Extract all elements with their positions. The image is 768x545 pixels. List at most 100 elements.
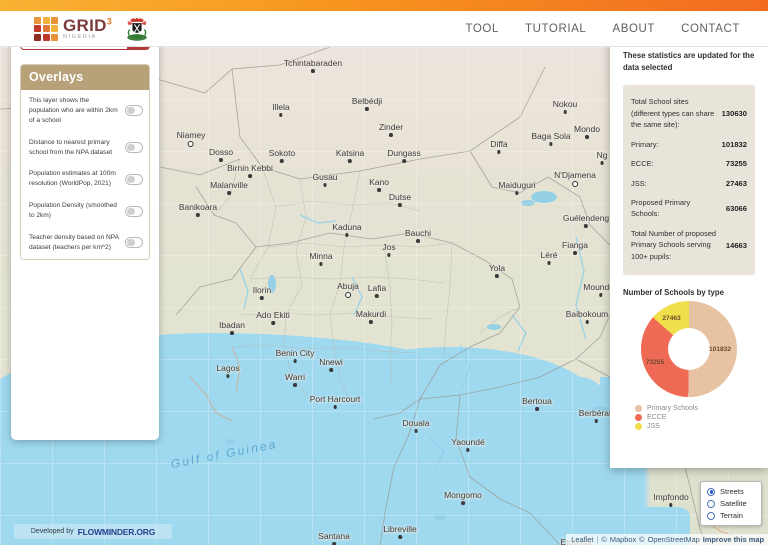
map-city-marker-icon (293, 383, 297, 387)
map-city-marker-icon (466, 448, 470, 452)
legend-item[interactable]: JSS (635, 423, 755, 430)
map-city-label: Maiduguri (498, 180, 535, 195)
map-city-label: Jos (382, 242, 395, 257)
basemap-option-label: Satellite (720, 499, 747, 508)
map-city-label: Makurdi (356, 309, 386, 324)
map-city-label: Tchintabaraden (284, 58, 342, 73)
statistic-row: Primary:101832 (631, 135, 747, 154)
map-city-name: Dutse (389, 192, 411, 202)
map-city-name: Belbédji (352, 96, 382, 106)
overlay-toggle[interactable] (125, 142, 143, 153)
nav-item-about[interactable]: ABOUT (612, 23, 655, 35)
map-city-marker-icon (669, 503, 673, 507)
statistic-value: 27463 (726, 179, 747, 188)
attribution-mapbox[interactable]: Mapbox (610, 535, 636, 544)
map-city-marker-icon (348, 159, 352, 163)
nav-item-contact[interactable]: CONTACT (681, 23, 740, 35)
map-city-label: Douala (403, 418, 430, 433)
attribution-improve-map[interactable]: Improve this map (703, 535, 764, 544)
overlay-row[interactable]: Population estimates at 100m resolution … (21, 163, 149, 195)
map-city-name: Tchintabaraden (284, 58, 342, 68)
map-city-label: Baga Sola (531, 131, 570, 146)
overlay-row[interactable]: This layer shows the population who are … (21, 90, 149, 132)
overlay-toggle[interactable] (125, 174, 143, 185)
map-city-name: Niamey (177, 130, 206, 140)
statistic-label: Total School sites (different types can … (631, 96, 716, 130)
map-city-marker-icon (329, 368, 333, 372)
donut-slice-label: 101832 (709, 346, 731, 353)
grid3-logo-tiles-icon (34, 17, 58, 41)
overlay-label: Distance to nearest primary school from … (29, 138, 120, 158)
legend-swatch-icon (635, 414, 642, 421)
statistic-label: JSS: (631, 178, 720, 189)
legend-label: Primary Schools (647, 405, 698, 412)
map-city-label: Kaduna (332, 222, 361, 237)
map-city-marker-icon (414, 429, 418, 433)
app-root: GRID3 NIGERIA TOOL TUTORIAL ABOUT (0, 0, 768, 545)
map-city-label: Berbérati (579, 408, 614, 423)
map-city-label: Nnewi (319, 357, 343, 372)
map-city-label: Minna (309, 251, 332, 266)
map-city-marker-icon (535, 407, 539, 411)
left-controls-panel: National Overlays This layer shows the p… (11, 18, 159, 440)
statistics-subtitle: These statistics are updated for the dat… (623, 50, 755, 74)
statistic-value: 14663 (726, 241, 747, 250)
map-city-marker-icon (495, 274, 499, 278)
chart-title: Number of Schools by type (623, 288, 755, 297)
map-city-marker-icon (248, 174, 252, 178)
developer-name[interactable]: FLOWMINDER.ORG (78, 527, 155, 537)
map-city-name: Benin City (276, 348, 315, 358)
brand[interactable]: GRID3 NIGERIA (34, 16, 150, 42)
map-city-marker-icon (549, 142, 553, 146)
map-city-name: Mondo (574, 124, 600, 134)
map-city-label: Yaoundé (451, 437, 484, 452)
overlay-row[interactable]: Distance to nearest primary school from … (21, 132, 149, 164)
attribution-leaflet[interactable]: Leaflet (571, 535, 593, 544)
map-city-marker-icon (279, 113, 283, 117)
overlay-toggle[interactable] (125, 206, 143, 217)
map-city-label: Warri (285, 372, 305, 387)
map-city-label: Lafia (368, 283, 386, 298)
chart-legend: Primary Schools ECCE JSS (635, 405, 755, 430)
radio-button[interactable] (707, 512, 715, 520)
attribution-separator: | (596, 535, 598, 544)
basemap-option[interactable]: Terrain (707, 511, 755, 520)
overlay-toggle[interactable] (125, 105, 143, 116)
map-city-label: Lagos (216, 363, 239, 378)
legend-item[interactable]: Primary Schools (635, 405, 755, 412)
developer-footer[interactable]: Developed by FLOWMINDER.ORG (14, 524, 172, 539)
map-city-label: Impfondo (653, 492, 688, 507)
overlay-toggle[interactable] (125, 237, 143, 248)
nav-item-tool[interactable]: TOOL (465, 23, 499, 35)
basemap-option[interactable]: Streets (707, 487, 755, 496)
map-city-marker-icon (416, 239, 420, 243)
radio-button[interactable] (707, 500, 715, 508)
map-city-label: Bauchi (405, 228, 431, 243)
map-city-marker-icon (345, 233, 349, 237)
map-city-marker-icon (497, 150, 501, 154)
grid3-logo: GRID3 NIGERIA (34, 17, 112, 41)
statistic-row: Total School sites (different types can … (631, 92, 747, 134)
overlays-title: Overlays (21, 65, 149, 90)
overlay-row[interactable]: Teacher density based on NPA dataset (te… (21, 227, 149, 259)
nav-item-tutorial[interactable]: TUTORIAL (525, 23, 586, 35)
legend-swatch-icon (635, 423, 642, 430)
map-city-name: Makurdi (356, 309, 386, 319)
map-city-name: Minna (309, 251, 332, 261)
basemap-switcher[interactable]: Streets Satellite Terrain (700, 481, 762, 526)
attribution-openstreetmap[interactable]: OpenStreetMap (648, 535, 700, 544)
map-city-name: Yaoundé (451, 437, 484, 447)
statistic-value: 73255 (726, 159, 747, 168)
map-city-label: Birnin Kebbi (227, 163, 273, 178)
overlay-row[interactable]: Population Density (smoothed to 2km) (21, 195, 149, 227)
map-city-label: Mongomo (444, 490, 482, 505)
basemap-option[interactable]: Satellite (707, 499, 755, 508)
legend-item[interactable]: ECCE (635, 414, 755, 421)
map-city-marker-icon (461, 501, 465, 505)
statistic-row: ECCE:73255 (631, 154, 747, 173)
map-city-name: Bauchi (405, 228, 431, 238)
map-city-name: Baibokoum (566, 309, 609, 319)
radio-button[interactable] (707, 488, 715, 496)
map-city-name: Fianga (562, 240, 588, 250)
statistic-value: 63066 (726, 204, 747, 213)
